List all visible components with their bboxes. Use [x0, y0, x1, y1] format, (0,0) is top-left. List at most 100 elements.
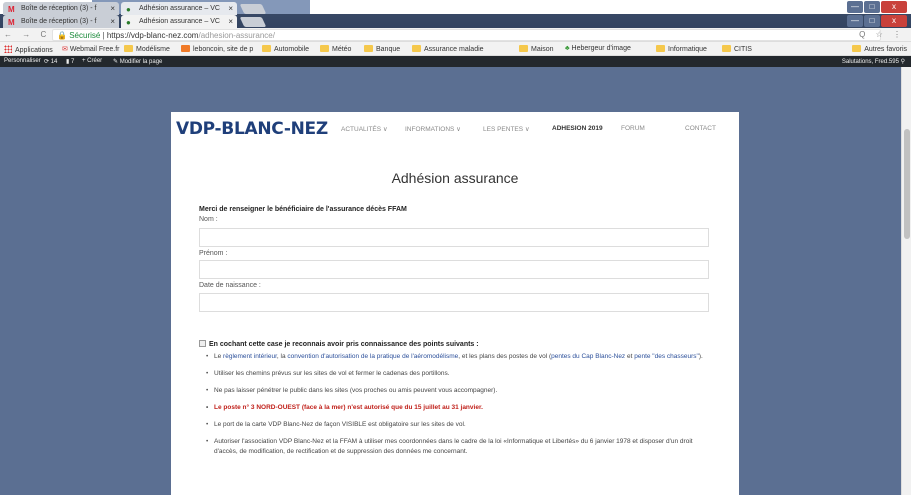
close-icon[interactable]: ×: [228, 17, 233, 26]
bookmark-label: Assurance maladie: [424, 46, 484, 53]
new-tab-button[interactable]: [239, 17, 267, 27]
close-icon[interactable]: ×: [110, 17, 115, 26]
list-item: Le port de la carte VDP Blanc-Nez de faç…: [205, 420, 715, 430]
acknowledge-row: En cochant cette case je reconnais avoir…: [199, 340, 479, 348]
bookmark-webmail[interactable]: ✉ Webmail Free.fr: [62, 45, 119, 53]
menu-contact[interactable]: CONTACT: [685, 125, 716, 132]
wp-comments[interactable]: ▮ 7: [66, 58, 74, 65]
bookmark-label: Hebergeur d'image: [571, 45, 631, 52]
url-input[interactable]: 🔒 Sécurisé | https://vdp-blanc-nez.com/a…: [52, 29, 881, 41]
new-tab-button[interactable]: [239, 4, 267, 14]
menu-label: ACTUALITÉS: [341, 126, 382, 133]
nav-buttons[interactable]: ← → C: [4, 30, 50, 39]
bookmark-other[interactable]: Autres favoris: [852, 45, 907, 53]
search-icon: ⚲: [900, 59, 905, 65]
maximize-button[interactable]: □: [864, 15, 880, 27]
bookmark-label: Modélisme: [136, 46, 170, 53]
apps-icon: [4, 45, 12, 53]
wp-customize[interactable]: Personnaliser: [4, 58, 41, 64]
leboncoin-icon: [181, 45, 190, 52]
list-item: Ne pas laisser pénétrer le public dans l…: [205, 386, 715, 396]
acknowledge-checkbox[interactable]: [199, 340, 206, 347]
folder-icon: [364, 45, 373, 52]
mail-icon: ✉: [62, 46, 70, 53]
url-host: https://vdp-blanc-nez.com: [106, 31, 199, 40]
wp-item-label: 7: [70, 59, 75, 65]
bookmark-label: CITIS: [734, 46, 752, 53]
tab-row-back: M Boîte de réception (3) - f × ● Adhésio…: [0, 1, 911, 15]
list-item: Le règlement intérieur, la convention d'…: [205, 352, 715, 362]
link-pente-chasseurs[interactable]: pente "des chasseurs": [634, 353, 699, 360]
acknowledge-label: En cochant cette case je reconnais avoir…: [209, 341, 479, 348]
close-icon[interactable]: ×: [110, 4, 115, 13]
wp-item-label: Modifier la page: [119, 59, 163, 65]
bookmark-informatique[interactable]: Informatique: [656, 45, 707, 53]
bookmark-leboncoin[interactable]: leboncoin, site de p: [181, 45, 253, 53]
bookmark-hebergeur[interactable]: ♣ Hebergeur d'image: [565, 45, 631, 52]
tab-row-front: M Boîte de réception (3) - f × ● Adhésio…: [0, 14, 911, 28]
chevron-down-icon: ∨: [456, 126, 461, 133]
wp-new[interactable]: + Créer: [82, 58, 102, 64]
folder-icon: [320, 45, 329, 52]
folder-icon: [262, 45, 271, 52]
bookmark-meteo[interactable]: Météo: [320, 45, 351, 53]
menu-actualites[interactable]: ACTUALITÉS ∨: [341, 125, 388, 133]
minimize-button[interactable]: —: [847, 15, 863, 27]
wp-item-label: Personnaliser: [4, 58, 41, 64]
folder-icon: [412, 45, 421, 52]
menu-label: LES PENTES: [483, 126, 524, 133]
minimize-button[interactable]: —: [847, 1, 863, 13]
maximize-button[interactable]: □: [864, 1, 880, 13]
conditions-list: Le règlement intérieur, la convention d'…: [205, 352, 715, 464]
close-window-button[interactable]: x: [881, 1, 907, 13]
bookmark-maison[interactable]: Maison: [519, 45, 554, 53]
folder-icon: [722, 45, 731, 52]
prenom-field[interactable]: [199, 260, 709, 279]
bookmark-automobile[interactable]: Automobile: [262, 45, 309, 53]
bookmark-citis[interactable]: CITIS: [722, 45, 752, 53]
bookmark-label: Webmail Free.fr: [69, 46, 120, 53]
tab-gmail[interactable]: M Boîte de réception (3) - f ×: [3, 15, 119, 28]
link-pentes-cap[interactable]: pentes du Cap Blanc-Nez: [551, 353, 625, 360]
menu-les-pentes[interactable]: LES PENTES ∨: [483, 125, 530, 133]
text: , la: [276, 353, 288, 360]
bookmark-label: Météo: [332, 46, 352, 53]
bookmark-label: Maison: [531, 46, 554, 53]
bookmark-label: Autres favoris: [864, 46, 907, 53]
vertical-scrollbar[interactable]: [901, 67, 911, 495]
scrollbar-thumb[interactable]: [904, 129, 910, 239]
menu-forum[interactable]: FORUM: [621, 125, 645, 132]
close-icon[interactable]: ×: [228, 4, 233, 13]
folder-icon: [852, 45, 862, 52]
bookmark-assurance[interactable]: Assurance maladie: [412, 45, 484, 53]
window-controls: — □ x: [847, 15, 907, 27]
secure-label: Sécurisé: [69, 31, 101, 40]
wp-greeting: Salutations, Fred.595: [841, 59, 899, 65]
bookmark-banque[interactable]: Banque: [364, 45, 400, 53]
bookmark-modelisme[interactable]: Modélisme: [124, 45, 170, 53]
list-item: Autoriser l'association VDP Blanc-Nez et…: [205, 437, 715, 457]
globe-icon: ●: [126, 18, 131, 27]
menu-informations[interactable]: INFORMATIONS ∨: [405, 125, 461, 133]
bookmark-label: Automobile: [274, 46, 310, 53]
tab-adhesion-active[interactable]: ● Adhésion assurance – VC ×: [121, 15, 237, 28]
date-naissance-field[interactable]: [199, 293, 709, 312]
wp-edit-page[interactable]: ✎ Modifier la page: [113, 58, 162, 65]
bookmark-apps[interactable]: Applications: [4, 45, 53, 54]
refresh-icon: ⟳: [44, 59, 51, 65]
site-logo[interactable]: VDP-BLANC-NEZ: [176, 119, 328, 139]
gmail-icon: M: [8, 5, 15, 14]
wp-account[interactable]: Salutations, Fred.595 ⚲: [842, 58, 905, 65]
menu-adhesion-2019[interactable]: ADHESION 2019: [552, 125, 603, 132]
address-bar-actions[interactable]: Q ☆ ⋮: [859, 30, 905, 39]
address-bar: ← → C 🔒 Sécurisé | https://vdp-blanc-nez…: [0, 28, 911, 42]
link-convention[interactable]: convention d'autorisation de la pratique…: [287, 353, 458, 360]
close-window-button[interactable]: x: [881, 15, 907, 27]
nom-field[interactable]: [199, 228, 709, 247]
link-reglement[interactable]: règlement intérieur: [223, 353, 277, 360]
list-item: Utiliser les chemins prévus sur les site…: [205, 369, 715, 379]
wp-updates[interactable]: ⟳ 14: [44, 58, 57, 65]
site-header: VDP-BLANC-NEZ ACTUALITÉS ∨ INFORMATIONS …: [171, 117, 739, 147]
label-nom: Nom :: [199, 216, 218, 223]
bookmark-label: Applications: [15, 47, 53, 54]
